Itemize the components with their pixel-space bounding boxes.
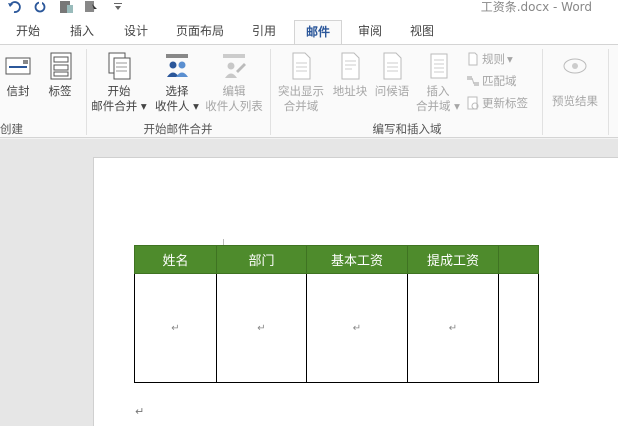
document-area[interactable]: 姓名 部门 基本工资 提成工资 ↵ ↵ ↵ ↵ ↵ xyxy=(0,139,618,426)
chevron-down-icon xyxy=(114,3,122,10)
group-separator xyxy=(542,49,543,135)
tab-insert[interactable]: 插入 xyxy=(60,20,104,44)
labels-button[interactable]: 标签 xyxy=(40,51,80,99)
table-header-cell[interactable]: 提成工资 xyxy=(407,245,499,274)
tab-mailings[interactable]: 邮件 xyxy=(294,20,342,44)
edit-list-icon xyxy=(223,54,246,78)
paragraph-mark: ↵ xyxy=(171,322,180,334)
table-header-cell[interactable]: 姓名 xyxy=(134,245,217,274)
group-separator xyxy=(86,49,87,135)
group-write-insert-label: 编写和插入域 xyxy=(372,122,442,136)
table-header-cell[interactable] xyxy=(498,245,539,274)
print-preview-button[interactable] xyxy=(58,1,74,14)
tab-references[interactable]: 引用 xyxy=(242,20,286,44)
insert-field-icon xyxy=(430,53,448,79)
group-create-label: 创建 xyxy=(0,122,23,136)
paragraph-mark: ↵ xyxy=(448,322,458,334)
table-cell[interactable] xyxy=(498,273,539,383)
tab-view[interactable]: 视图 xyxy=(400,20,444,44)
table-cell[interactable]: ↵ xyxy=(134,273,217,383)
tab-review[interactable]: 审阅 xyxy=(348,20,392,44)
group-start-merge-label: 开始邮件合并 xyxy=(143,122,213,136)
match-fields-button[interactable]: 匹配域 xyxy=(466,73,517,89)
paragraph-mark: ↵ xyxy=(257,322,266,334)
undo-button[interactable] xyxy=(6,1,22,14)
labels-icon xyxy=(50,52,72,80)
preview-results-button[interactable]: 预览结果 xyxy=(548,51,602,109)
table-cell[interactable]: ↵ xyxy=(216,273,307,383)
select-recipients-button[interactable]: 选择 收件人 ▾ xyxy=(152,51,202,114)
address-block-button[interactable]: 地址块 xyxy=(330,51,370,99)
mail-merge-icon xyxy=(108,52,131,80)
table-header-cell[interactable]: 部门 xyxy=(216,245,307,274)
edit-recipient-list-button[interactable]: 编辑 收件人列表 xyxy=(204,51,264,114)
greeting-line-button[interactable]: 问候语 xyxy=(372,51,412,99)
rules-button[interactable]: 规则 ▾ xyxy=(466,51,513,67)
touch-mode-button[interactable] xyxy=(84,1,100,14)
customize-qat-button[interactable] xyxy=(110,1,126,14)
envelope-icon xyxy=(5,57,31,75)
document-title: 工资条.docx - Word xyxy=(480,0,592,14)
table-header-row: 姓名 部门 基本工资 提成工资 xyxy=(134,245,539,274)
table-header-cell[interactable]: 基本工资 xyxy=(306,245,408,274)
ribbon-tabs: 开始 插入 设计 页面布局 引用 邮件 审阅 视图 xyxy=(0,16,618,44)
undo-icon xyxy=(8,1,21,13)
touch-mode-icon xyxy=(85,1,97,12)
match-fields-icon xyxy=(467,76,479,86)
group-separator xyxy=(270,49,271,135)
preview-results-icon xyxy=(563,58,587,74)
quick-access-toolbar xyxy=(6,0,126,14)
tab-home[interactable]: 开始 xyxy=(6,20,50,44)
start-mail-merge-button[interactable]: 开始 邮件合并 ▾ xyxy=(90,51,148,114)
table-cell[interactable]: ↵ xyxy=(407,273,499,383)
paragraph-mark: ↵ xyxy=(352,322,362,334)
table-cell[interactable]: ↵ xyxy=(306,273,408,383)
update-labels-button[interactable]: 更新标签 xyxy=(466,95,528,111)
address-block-icon xyxy=(341,52,360,80)
title-bar: 工资条.docx - Word xyxy=(0,0,618,16)
rules-icon xyxy=(468,52,478,66)
paragraph-mark: ↵ xyxy=(135,405,145,418)
group-separator xyxy=(608,49,609,135)
envelope-button[interactable]: 信封 xyxy=(0,51,36,99)
salary-table[interactable]: 姓名 部门 基本工资 提成工资 ↵ ↵ ↵ ↵ xyxy=(134,245,539,383)
tab-design[interactable]: 设计 xyxy=(114,20,158,44)
redo-button[interactable] xyxy=(32,1,48,14)
table-row: ↵ ↵ ↵ ↵ xyxy=(134,273,539,383)
ribbon: 信封 标签 创建 开始 邮件合并 ▾ 选择 收件人 ▾ 编辑 收件人列表 开始邮… xyxy=(0,44,618,138)
recipients-icon xyxy=(166,54,188,77)
insert-merge-field-button[interactable]: 插入 合并域 ▾ xyxy=(414,51,462,114)
highlight-merge-fields-button[interactable]: 突出显示 合并域 xyxy=(274,51,328,114)
redo-icon xyxy=(34,1,46,13)
tab-page-layout[interactable]: 页面布局 xyxy=(170,20,230,44)
greeting-line-icon xyxy=(383,52,402,80)
update-labels-icon xyxy=(467,96,479,110)
highlight-fields-icon xyxy=(292,52,311,80)
printer-icon xyxy=(60,1,73,13)
